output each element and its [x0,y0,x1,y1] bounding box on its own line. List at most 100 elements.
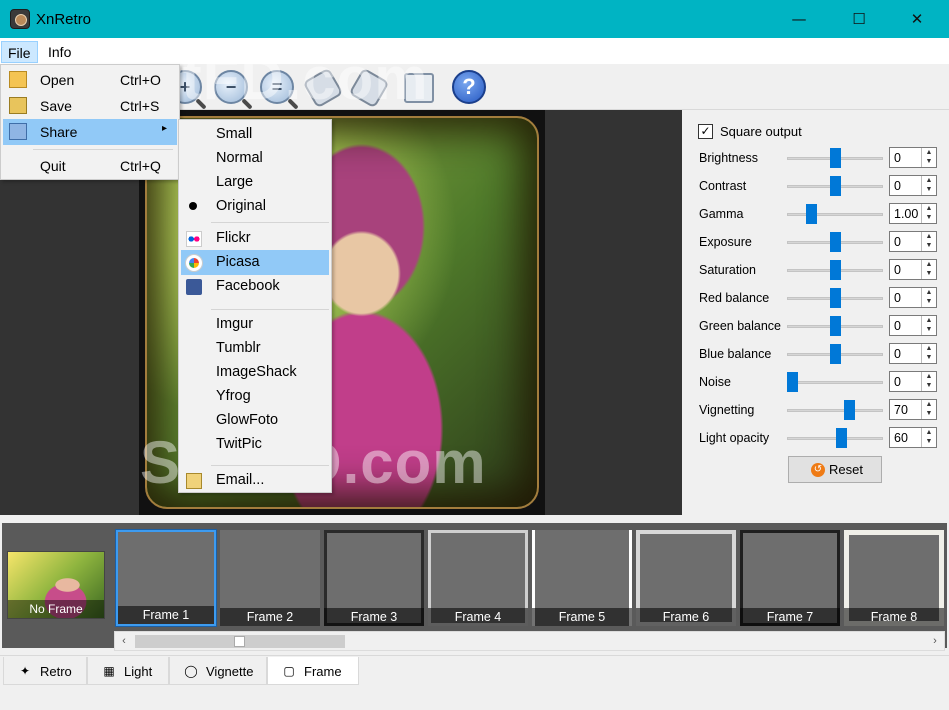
slider-thumb[interactable] [806,204,817,224]
spin-up-icon[interactable]: ▲ [922,428,936,437]
submenu-item-facebook[interactable]: Facebook [181,274,329,299]
scroll-left-icon[interactable]: ‹ [116,633,132,649]
value-field[interactable]: 0 [894,319,901,333]
spin-arrows-icon[interactable]: ▲ ▼ [921,232,936,251]
help-icon[interactable]: ? [452,70,486,104]
zoom-out-icon[interactable]: − [214,70,248,104]
maximize-button[interactable]: ☐ [830,0,888,38]
value-field[interactable]: 0 [894,263,901,277]
slider-track[interactable] [787,437,883,440]
slider-thumb[interactable] [830,232,841,252]
value-spinbox[interactable]: 60 ▲ ▼ [889,427,937,448]
spin-arrows-icon[interactable]: ▲ ▼ [921,372,936,391]
menu-info[interactable]: Info [42,41,77,63]
spin-up-icon[interactable]: ▲ [922,400,936,409]
value-field[interactable]: 60 [894,431,908,445]
spin-down-icon[interactable]: ▼ [922,269,936,278]
frame-thumbnail-6[interactable]: Frame 6 [636,530,736,626]
frame-thumbnail-1[interactable]: Frame 1 [116,530,216,626]
value-spinbox[interactable]: 1.00 ▲ ▼ [889,203,937,224]
spin-down-icon[interactable]: ▼ [922,297,936,306]
submenu-item-imgur[interactable]: Imgur [181,312,329,337]
submenu-item-yfrog[interactable]: Yfrog [181,384,329,409]
submenu-item-normal[interactable]: Normal [181,146,329,171]
spin-down-icon[interactable]: ▼ [922,409,936,418]
menu-item-share[interactable]: Share ▸ [3,119,177,145]
slider-thumb[interactable] [844,400,855,420]
spin-down-icon[interactable]: ▼ [922,241,936,250]
slider-thumb[interactable] [836,428,847,448]
square-output-checkbox[interactable]: ✓ [698,124,713,139]
tab-retro[interactable]: ✦ Retro [3,657,87,685]
submenu-item-twitpic[interactable]: TwitPic [181,432,329,457]
zoom-fit-icon[interactable]: = [260,70,294,104]
submenu-item-picasa[interactable]: Picasa [181,250,329,275]
spin-arrows-icon[interactable]: ▲ ▼ [921,204,936,223]
spin-arrows-icon[interactable]: ▲ ▼ [921,428,936,447]
value-field[interactable]: 0 [894,291,901,305]
frame-thumbnail-2[interactable]: Frame 2 [220,530,320,626]
value-spinbox[interactable]: 0 ▲ ▼ [889,287,937,308]
spin-arrows-icon[interactable]: ▲ ▼ [921,176,936,195]
spin-arrows-icon[interactable]: ▲ ▼ [921,148,936,167]
spin-up-icon[interactable]: ▲ [922,176,936,185]
no-frame-thumbnail[interactable]: No Frame [7,551,105,619]
value-spinbox[interactable]: 0 ▲ ▼ [889,147,937,168]
frame-thumbnail-8[interactable]: Frame 8 [844,530,944,626]
spin-up-icon[interactable]: ▲ [922,372,936,381]
menu-item-save[interactable]: Save Ctrl+S [3,93,177,119]
frame-thumbnail-5[interactable]: Frame 5 [532,530,632,626]
frame-thumbnail-4[interactable]: Frame 4 [428,530,528,626]
value-spinbox[interactable]: 0 ▲ ▼ [889,371,937,392]
value-spinbox[interactable]: 70 ▲ ▼ [889,399,937,420]
slider-thumb[interactable] [787,372,798,392]
submenu-item-imageshack[interactable]: ImageShack [181,360,329,385]
spin-up-icon[interactable]: ▲ [922,148,936,157]
spin-down-icon[interactable]: ▼ [922,381,936,390]
rotate-left-icon[interactable] [348,67,390,109]
spin-up-icon[interactable]: ▲ [922,316,936,325]
slider-thumb[interactable] [830,344,841,364]
slider-track[interactable] [787,213,883,216]
scroll-right-icon[interactable]: › [927,633,943,649]
value-spinbox[interactable]: 0 ▲ ▼ [889,259,937,280]
slider-thumb[interactable] [830,288,841,308]
slider-thumb[interactable] [830,260,841,280]
spin-up-icon[interactable]: ▲ [922,288,936,297]
spin-down-icon[interactable]: ▼ [922,353,936,362]
rotate-right-icon[interactable] [302,67,344,109]
slider-thumb[interactable] [830,316,841,336]
tab-light[interactable]: ▦ Light [87,657,169,685]
value-spinbox[interactable]: 0 ▲ ▼ [889,343,937,364]
frame-thumbnail-3[interactable]: Frame 3 [324,530,424,626]
spin-down-icon[interactable]: ▼ [922,325,936,334]
value-field[interactable]: 0 [894,375,901,389]
value-spinbox[interactable]: 0 ▲ ▼ [889,175,937,196]
slider-track[interactable] [787,381,883,384]
spin-up-icon[interactable]: ▲ [922,260,936,269]
value-field[interactable]: 0 [894,235,901,249]
value-field[interactable]: 0 [894,179,901,193]
compare-icon[interactable] [404,73,434,103]
spin-arrows-icon[interactable]: ▲ ▼ [921,400,936,419]
tab-frame[interactable]: ▢ Frame [267,657,359,685]
spin-arrows-icon[interactable]: ▲ ▼ [921,344,936,363]
menu-file[interactable]: File [1,41,38,63]
submenu-item-original[interactable]: Original [181,194,329,219]
menu-item-open[interactable]: Open Ctrl+O [3,67,177,93]
submenu-item-flickr[interactable]: Flickr [181,226,329,251]
value-field[interactable]: 0 [894,347,901,361]
spin-arrows-icon[interactable]: ▲ ▼ [921,288,936,307]
slider-thumb[interactable] [830,176,841,196]
minimize-button[interactable]: — [770,0,828,38]
tab-vignette[interactable]: ◯ Vignette [169,657,267,685]
submenu-item-tumblr[interactable]: Tumblr [181,336,329,361]
value-field[interactable]: 0 [894,151,901,165]
slider-track[interactable] [787,409,883,412]
spin-down-icon[interactable]: ▼ [922,185,936,194]
value-spinbox[interactable]: 0 ▲ ▼ [889,315,937,336]
menu-item-quit[interactable]: Quit Ctrl+Q [3,153,177,179]
submenu-item-small[interactable]: Small [181,122,329,147]
spin-down-icon[interactable]: ▼ [922,437,936,446]
slider-thumb[interactable] [830,148,841,168]
